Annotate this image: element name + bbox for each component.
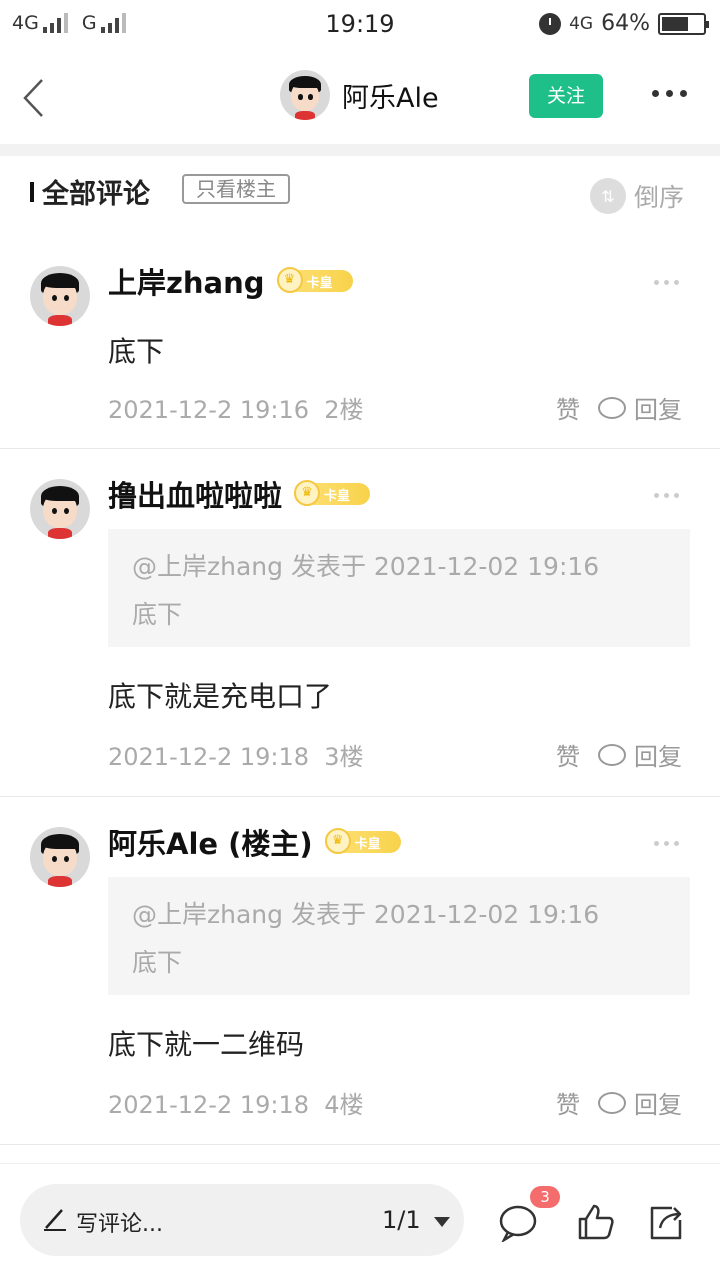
comment-author[interactable]: 上岸zhang ♛ 卡皇 <box>108 260 353 302</box>
comment-meta: 2021-12-2 19:18 4楼 <box>108 1085 364 1120</box>
chevron-left-icon[interactable] <box>22 78 46 118</box>
author-header[interactable]: 阿乐Ale <box>280 70 439 120</box>
badge-text: 卡皇 <box>324 488 351 504</box>
quoted-reply[interactable]: @上岸zhang 发表于 2021-12-02 19:16 底下 <box>108 529 690 647</box>
pencil-icon <box>44 1209 66 1231</box>
sort-label: 倒序 <box>634 183 685 212</box>
reply-button[interactable]: 回复 <box>598 390 682 425</box>
comment-meta: 2021-12-2 19:16 2楼 <box>108 390 364 425</box>
comment-more-icon[interactable] <box>654 493 679 498</box>
comment-bubble-icon <box>598 396 626 419</box>
section-marker <box>30 182 34 202</box>
reply-button[interactable]: 回复 <box>598 1085 682 1120</box>
page-title: 阿乐Ale <box>342 82 439 114</box>
top-nav: 阿乐Ale 关注 <box>0 50 720 144</box>
comment-actions: 赞 回复 <box>556 737 682 772</box>
comment-text: 底下就一二维码 <box>108 1028 305 1061</box>
comment-floor: 3楼 <box>324 743 364 771</box>
comment-bubble-icon <box>598 1091 626 1114</box>
status-right: 4G 64% <box>539 11 709 36</box>
chevron-down-icon[interactable] <box>434 1217 450 1227</box>
comment-item: 阿乐Ale (楼主) ♛ 卡皇 @上岸zhang 发表于 2021-12-02 1… <box>0 797 720 1145</box>
comment-input[interactable]: 写评论... 1/1 <box>20 1184 464 1256</box>
sort-button[interactable]: ⇅ 倒序 <box>590 178 684 214</box>
comment-floor: 4楼 <box>324 1091 364 1119</box>
reply-label: 回复 <box>634 396 682 424</box>
share-icon[interactable] <box>646 1202 686 1242</box>
avatar[interactable] <box>30 266 90 326</box>
comment-count-badge: 3 <box>530 1186 560 1208</box>
avatar[interactable] <box>280 70 330 120</box>
like-icon[interactable] <box>576 1202 616 1242</box>
crown-icon: ♛ <box>276 267 303 293</box>
comment-item: 上岸zhang ♛ 卡皇 底下 2021-12-2 19:16 2楼 赞 回复 <box>0 230 720 449</box>
comment-date: 2021-12-2 19:18 <box>108 743 309 771</box>
comment-author[interactable]: 阿乐Ale (楼主) ♛ 卡皇 <box>108 821 401 863</box>
network-type-right: 4G <box>569 13 594 34</box>
crown-icon: ♛ <box>294 480 321 506</box>
level-badge: ♛ 卡皇 <box>324 828 401 854</box>
reply-button[interactable]: 回复 <box>598 737 682 772</box>
comment-date: 2021-12-2 19:16 <box>108 396 309 424</box>
comments-header: 全部评论 只看楼主 ⇅ 倒序 <box>0 156 720 230</box>
badge-text: 卡皇 <box>354 836 381 852</box>
comment-more-icon[interactable] <box>654 841 679 846</box>
author-name: 阿乐Ale (楼主) <box>108 827 313 861</box>
reply-label: 回复 <box>634 743 682 771</box>
sort-icon: ⇅ <box>590 178 626 214</box>
like-button[interactable]: 赞 <box>556 1085 580 1120</box>
quote-header: @上岸zhang 发表于 2021-12-02 19:16 <box>132 900 600 929</box>
status-bar: 4G G 19:19 4G 64% <box>0 0 720 50</box>
quote-header: @上岸zhang 发表于 2021-12-02 19:16 <box>132 552 600 581</box>
battery-icon <box>658 12 709 35</box>
badge-text: 卡皇 <box>306 275 333 291</box>
comment-floor: 2楼 <box>324 396 364 424</box>
author-name: 撸出血啦啦啦 <box>108 479 283 513</box>
like-button[interactable]: 赞 <box>556 737 580 772</box>
follow-button[interactable]: 关注 <box>529 74 603 118</box>
comment-text: 底下 <box>108 335 165 368</box>
quote-text: 底下 <box>132 948 183 977</box>
comment-item: 撸出血啦啦啦 ♛ 卡皇 @上岸zhang 发表于 2021-12-02 19:16… <box>0 449 720 797</box>
comment-text: 底下就是充电口了 <box>108 680 333 713</box>
bottom-bar: 写评论... 1/1 3 <box>0 1163 720 1280</box>
avatar[interactable] <box>30 479 90 539</box>
comment-bubble-icon <box>598 743 626 766</box>
comment-icon[interactable] <box>498 1202 538 1242</box>
section-title: 全部评论 <box>42 179 150 210</box>
comment-actions: 赞 回复 <box>556 390 682 425</box>
crown-icon: ♛ <box>324 828 351 854</box>
battery-percent: 64% <box>601 11 650 36</box>
reply-label: 回复 <box>634 1091 682 1119</box>
divider <box>0 144 720 156</box>
comment-actions: 赞 回复 <box>556 1085 682 1120</box>
quote-text: 底下 <box>132 600 183 629</box>
avatar[interactable] <box>30 827 90 887</box>
comment-date: 2021-12-2 19:18 <box>108 1091 309 1119</box>
comment-author[interactable]: 撸出血啦啦啦 ♛ 卡皇 <box>108 473 371 515</box>
comment-meta: 2021-12-2 19:18 3楼 <box>108 737 364 772</box>
author-name: 上岸zhang <box>108 266 265 300</box>
level-badge: ♛ 卡皇 <box>294 480 371 506</box>
page-indicator[interactable]: 1/1 <box>382 1206 421 1234</box>
like-button[interactable]: 赞 <box>556 390 580 425</box>
level-badge: ♛ 卡皇 <box>276 267 353 293</box>
comment-placeholder: 写评论... <box>76 1212 163 1237</box>
alarm-icon <box>539 12 562 35</box>
quoted-reply[interactable]: @上岸zhang 发表于 2021-12-02 19:16 底下 <box>108 877 690 995</box>
more-dots-icon[interactable] <box>652 90 687 97</box>
comment-more-icon[interactable] <box>654 280 679 285</box>
only-op-button[interactable]: 只看楼主 <box>182 174 290 204</box>
